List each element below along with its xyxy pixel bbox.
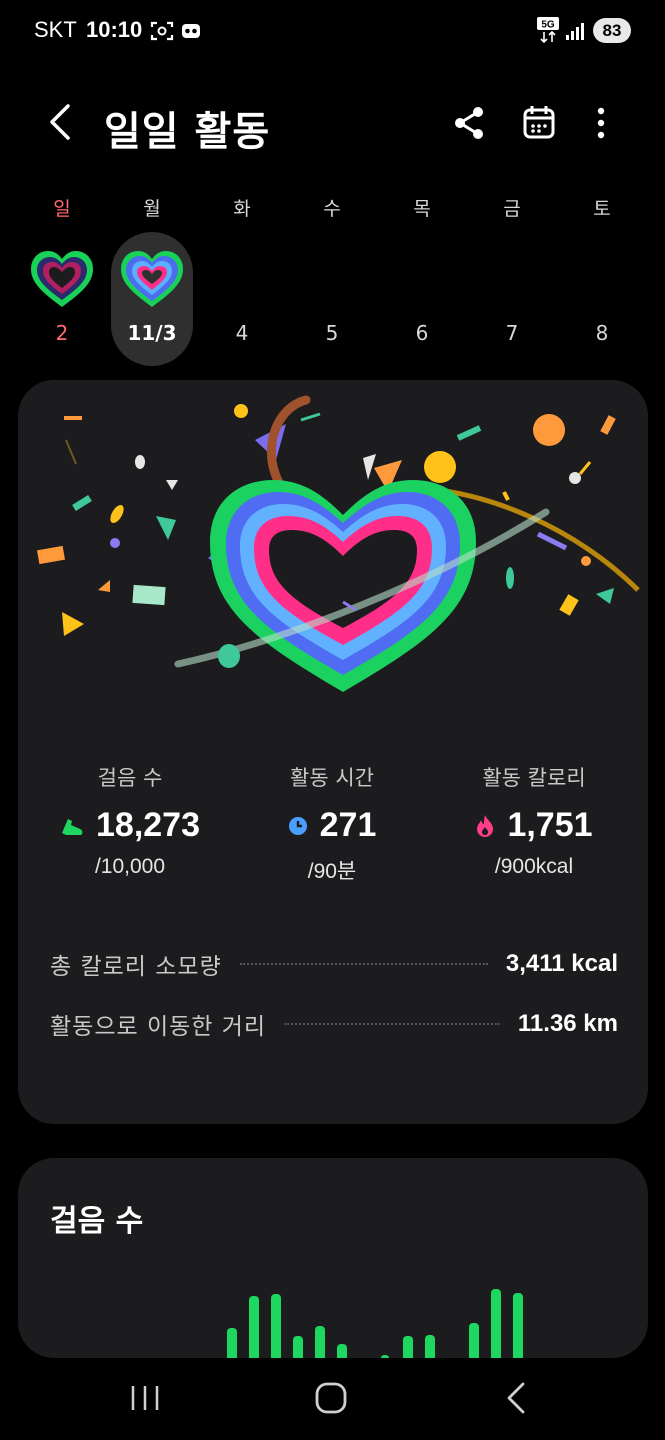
steps-bar <box>337 1344 347 1358</box>
total-calories-value: 3,411 kcal <box>505 950 618 977</box>
steps-value: 18,273 <box>96 806 200 844</box>
date-wed[interactable]: 5 <box>302 321 362 345</box>
steps-bar <box>227 1328 237 1358</box>
flame-icon <box>477 814 494 837</box>
total-calories-row: 총 칼로리 소모량 3,411 kcal <box>50 944 618 984</box>
voicemail-icon <box>182 24 200 38</box>
active-time-value: 271 <box>319 806 377 844</box>
back-chevron-icon <box>507 1382 525 1414</box>
steps-bar <box>403 1336 413 1358</box>
weekday-thu: 목 <box>413 198 431 220</box>
steps-bar <box>491 1289 501 1358</box>
signal-icon <box>566 23 584 40</box>
back-button[interactable] <box>40 100 84 144</box>
dotted-leader <box>284 1023 500 1025</box>
distance-row: 활동으로 이동한 거리 11.36 km <box>50 1004 618 1044</box>
total-calories-label: 총 칼로리 소모량 <box>50 954 222 980</box>
share-button[interactable] <box>447 101 491 145</box>
nav-back-button[interactable] <box>487 1376 547 1420</box>
steps-bar <box>425 1335 435 1358</box>
date-thu[interactable]: 6 <box>392 321 452 345</box>
status-time: 10:10 <box>86 17 143 42</box>
dotted-leader <box>239 963 488 965</box>
screenshot-icon <box>150 21 174 41</box>
date-sun[interactable]: 2 <box>32 321 92 345</box>
network-5g-icon: 5G <box>537 17 559 43</box>
recent-apps-button[interactable] <box>115 1376 175 1420</box>
weekday-sun: 일 <box>53 198 71 220</box>
distance-value: 11.36 km <box>517 1010 618 1037</box>
steps-label: 걸음 수 <box>97 766 163 790</box>
day-mon-activity-heart-icon[interactable] <box>119 249 185 311</box>
recent-apps-icon <box>131 1386 159 1410</box>
steps-stat[interactable]: 걸음 수 18,273 /10,000 <box>30 762 230 879</box>
steps-bar <box>469 1323 479 1358</box>
distance-label: 활동으로 이동한 거리 <box>50 1014 267 1040</box>
home-button[interactable] <box>301 1376 361 1420</box>
battery-indicator: 83 <box>593 18 631 43</box>
more-options-button[interactable] <box>579 101 623 145</box>
shoe-icon <box>62 818 83 835</box>
calendar-icon <box>523 106 555 139</box>
share-icon <box>455 107 483 139</box>
carrier-label: SKT <box>34 17 77 42</box>
active-time-goal: /90분 <box>307 860 357 883</box>
active-time-label: 활동 시간 <box>290 766 374 790</box>
active-calories-value: 1,751 <box>507 806 593 844</box>
active-calories-stat[interactable]: 활동 칼로리 1,751 /900kcal <box>434 762 634 879</box>
daily-activity-card[interactable]: 걸음 수 18,273 /10,000 활동 시간 271 /90분 활동 칼로… <box>18 380 648 1124</box>
steps-card[interactable]: 걸음 수 <box>18 1158 648 1358</box>
steps-goal: /10,000 <box>94 855 166 878</box>
activity-rings-heart <box>210 480 476 692</box>
day-sun-activity-heart-icon[interactable] <box>29 249 95 311</box>
active-calories-goal: /900kcal <box>494 855 574 878</box>
clock-icon <box>288 816 307 835</box>
active-time-stat[interactable]: 활동 시간 271 /90분 <box>232 762 432 885</box>
date-sat[interactable]: 8 <box>572 321 632 345</box>
celebration-heart-illustration <box>36 395 640 692</box>
steps-bar <box>293 1336 303 1358</box>
steps-bar <box>513 1293 523 1358</box>
page-title: 일일 활동 <box>104 109 271 155</box>
weekday-fri: 금 <box>503 198 521 220</box>
network-label: 5G <box>541 20 555 31</box>
weekday-sat: 토 <box>593 198 611 220</box>
calendar-button[interactable] <box>517 101 561 145</box>
date-fri[interactable]: 7 <box>482 321 542 345</box>
weekday-tue: 화 <box>233 198 251 220</box>
more-vertical-icon <box>597 107 605 139</box>
steps-hourly-bar-chart <box>227 1289 523 1358</box>
home-icon <box>315 1382 347 1414</box>
date-tue[interactable]: 4 <box>212 321 272 345</box>
active-calories-label: 활동 칼로리 <box>482 766 586 790</box>
status-bar: SKT 10:10 5G 83 <box>0 0 665 62</box>
weekday-mon: 월 <box>143 198 161 220</box>
steps-bar <box>315 1326 325 1358</box>
system-navigation-bar <box>0 1358 665 1440</box>
weekday-wed: 수 <box>323 198 341 220</box>
steps-bar <box>271 1294 281 1358</box>
app-header: 일일 활동 <box>0 85 665 165</box>
steps-bar <box>249 1296 259 1358</box>
date-mon-selected[interactable]: 11/3 <box>122 321 182 345</box>
